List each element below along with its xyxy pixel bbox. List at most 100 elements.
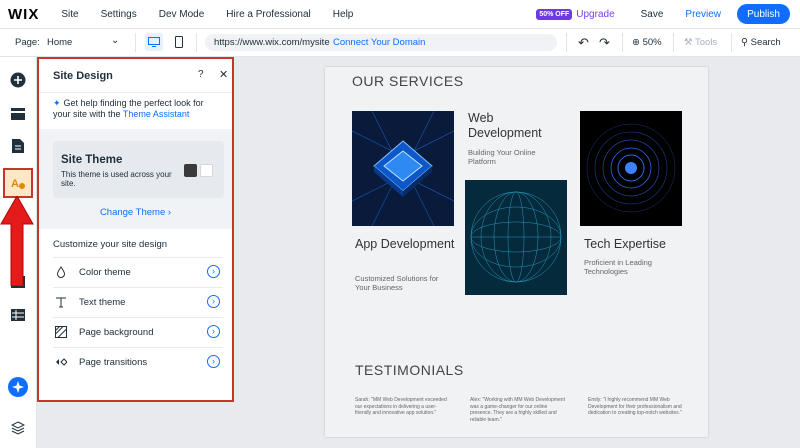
divider xyxy=(673,33,674,52)
service-subtitle: Building Your Online Platform xyxy=(468,148,536,166)
apps-button[interactable] xyxy=(9,306,27,324)
connect-domain-link[interactable]: Connect Your Domain xyxy=(333,37,425,48)
page-select[interactable]: Home xyxy=(47,37,72,48)
discount-badge: 50% OFF xyxy=(536,8,573,20)
plus-circle-icon xyxy=(10,72,26,88)
layers-icon xyxy=(11,421,25,435)
color-swatch-dark xyxy=(184,164,197,177)
site-url: https://www.wix.com/mysite xyxy=(214,37,330,48)
search-icon: ⚲ xyxy=(741,37,748,48)
theme-description: This theme is used across your site. xyxy=(61,170,172,188)
transitions-icon xyxy=(56,358,67,366)
publish-button[interactable]: Publish xyxy=(737,4,790,24)
change-theme-label: Change Theme xyxy=(99,207,166,218)
chevron-right-icon[interactable]: › xyxy=(207,355,220,368)
url-bar[interactable]: https://www.wix.com/mysite Connect Your … xyxy=(205,34,557,51)
menu-help[interactable]: Help xyxy=(333,9,354,20)
undo-icon[interactable]: ↶ xyxy=(578,35,589,51)
help-icon[interactable]: ? xyxy=(198,69,204,80)
divider xyxy=(731,33,732,52)
menu-site[interactable]: Site xyxy=(61,9,78,20)
option-page-transitions[interactable]: Page transitions › xyxy=(53,347,223,378)
pages-button[interactable] xyxy=(9,137,27,155)
ai-assistant-button[interactable] xyxy=(8,377,28,397)
page-label: Page: xyxy=(15,37,40,48)
zoom-button[interactable]: ⊕ 50% xyxy=(632,37,662,48)
design-icon: A xyxy=(11,178,25,190)
site-theme-card[interactable]: Site Theme This theme is used across you… xyxy=(53,141,224,198)
sparkle-icon: ✦ xyxy=(53,98,61,108)
menu-hire-professional[interactable]: Hire a Professional xyxy=(226,9,310,20)
customize-title: Customize your site design xyxy=(53,239,168,250)
sparkle-icon xyxy=(12,381,24,393)
testimonial-quote: Sarah: "MM Web Development exceeded our … xyxy=(355,397,447,416)
red-arrow-annotation xyxy=(0,196,34,286)
wix-logo[interactable]: WIX xyxy=(8,6,39,23)
menu-dev-mode[interactable]: Dev Mode xyxy=(159,9,205,20)
chevron-right-icon[interactable]: › xyxy=(207,265,220,278)
chevron-right-icon[interactable]: › xyxy=(207,325,220,338)
droplet-icon xyxy=(56,266,66,278)
tools-button[interactable]: ⚒ Tools xyxy=(684,37,717,48)
site-design-panel: Site Design ? ✕ ✦ Get help finding the pe… xyxy=(37,57,234,402)
chevron-down-icon[interactable]: ⌄ xyxy=(111,35,119,46)
mobile-icon xyxy=(175,36,183,48)
layers-button[interactable] xyxy=(9,419,27,437)
service-title: Tech Expertise xyxy=(584,237,666,251)
redo-icon[interactable]: ↷ xyxy=(599,35,610,51)
background-icon xyxy=(55,326,67,338)
chevron-right-icon: › xyxy=(167,207,172,218)
option-label: Text theme xyxy=(79,297,126,308)
divider xyxy=(135,33,136,52)
panel-title: Site Design xyxy=(53,70,113,82)
testimonials-heading: TESTIMONIALS xyxy=(355,362,464,378)
theme-assistant-tip: ✦ Get help finding the perfect look for y… xyxy=(53,98,223,120)
chevron-right-icon[interactable]: › xyxy=(207,295,220,308)
change-theme-link[interactable]: Change Theme › xyxy=(39,207,232,218)
option-label: Page background xyxy=(79,327,154,338)
top-bar: WIX Site Settings Dev Mode Hire a Profes… xyxy=(0,0,800,29)
zoom-icon: ⊕ xyxy=(632,37,640,48)
divider xyxy=(196,33,197,52)
services-heading: OUR SERVICES xyxy=(352,73,464,89)
testimonial-quote: Emily: "I highly recommend MM Web Develo… xyxy=(588,397,682,416)
divider xyxy=(39,92,232,93)
text-icon xyxy=(56,297,66,308)
option-page-background[interactable]: Page background › xyxy=(53,317,223,348)
option-text-theme[interactable]: Text theme › xyxy=(53,287,223,318)
close-icon[interactable]: ✕ xyxy=(219,68,228,81)
tools-icon: ⚒ xyxy=(684,37,693,48)
add-section-button[interactable] xyxy=(9,105,27,123)
menu-settings[interactable]: Settings xyxy=(101,9,137,20)
add-elements-button[interactable] xyxy=(9,71,27,89)
option-label: Page transitions xyxy=(79,357,148,368)
search-button[interactable]: ⚲ Search xyxy=(741,37,781,48)
editor-toolbar: Page: Home ⌄ https://www.wix.com/mysite … xyxy=(0,29,800,57)
rings-image xyxy=(580,111,682,226)
desktop-icon xyxy=(148,37,160,47)
theme-assistant-link[interactable]: Theme Assistant xyxy=(123,109,190,119)
chip-image xyxy=(352,111,454,226)
site-design-button[interactable]: A xyxy=(3,168,33,198)
service-subtitle: Customized Solutions for Your Business xyxy=(355,274,439,292)
save-button[interactable]: Save xyxy=(641,9,664,20)
preview-button[interactable]: Preview xyxy=(685,9,721,20)
site-canvas[interactable]: OUR SERVICES Web Development Building Yo… xyxy=(325,67,708,437)
theme-name: Site Theme xyxy=(61,154,123,166)
desktop-view-button[interactable] xyxy=(145,33,163,51)
upgrade-link[interactable]: Upgrade xyxy=(576,9,614,20)
sections-icon xyxy=(11,108,25,120)
color-swatch-light xyxy=(200,164,213,177)
divider xyxy=(622,33,623,52)
service-subtitle: Proficient in Leading Technologies xyxy=(584,258,652,276)
divider xyxy=(566,33,567,52)
tools-label: Tools xyxy=(695,37,718,48)
service-title: App Development xyxy=(355,237,455,251)
mobile-view-button[interactable] xyxy=(172,33,186,51)
page-icon xyxy=(12,139,24,153)
globe-mesh-image xyxy=(465,180,567,295)
zoom-value: 50% xyxy=(642,37,662,48)
option-color-theme[interactable]: Color theme › xyxy=(53,257,223,288)
testimonial-quote: Alex: "Working with MM Web Development w… xyxy=(470,397,565,423)
search-label: Search xyxy=(750,37,781,48)
